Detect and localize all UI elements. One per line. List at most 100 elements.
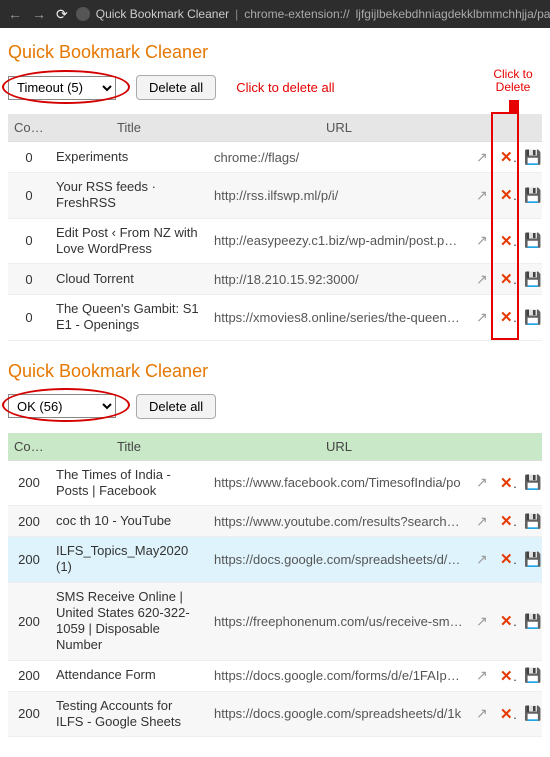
url-cell: https://xmovies8.online/series/the-queen… [208, 295, 470, 341]
delete-icon[interactable]: ✕ [500, 551, 518, 568]
title-cell: ILFS_Topics_May2020 (1) [50, 537, 208, 583]
bookmarks-table: Code Title URL 0Experimentschrome://flag… [8, 114, 542, 341]
reload-icon[interactable]: ⟳ [54, 6, 70, 23]
open-link-icon[interactable]: ↗ [476, 705, 488, 721]
code-cell: 200 [8, 537, 50, 583]
delete-icon[interactable]: ✕ [500, 149, 518, 166]
delete-icon[interactable]: ✕ [500, 475, 518, 492]
save-icon[interactable]: 💾 [524, 232, 542, 248]
open-link-icon[interactable]: ↗ [476, 149, 488, 165]
col-spacer [470, 114, 494, 142]
page-title: Quick Bookmark Cleaner [8, 42, 542, 63]
delete-icon[interactable]: ✕ [500, 309, 518, 326]
code-cell: 0 [8, 264, 50, 295]
open-link-icon[interactable]: ↗ [476, 232, 488, 248]
code-cell: 0 [8, 173, 50, 219]
url-cell: chrome://flags/ [208, 142, 470, 173]
col-title: Title [50, 433, 208, 461]
code-cell: 0 [8, 142, 50, 173]
save-icon[interactable]: 💾 [524, 667, 542, 683]
url-cell: https://docs.google.com/forms/d/e/1FAIpQ… [208, 660, 470, 691]
page-title: Quick Bookmark Cleaner [8, 361, 542, 382]
col-code: Code [8, 114, 50, 142]
status-select[interactable]: OK (56) [8, 394, 116, 418]
title-cell: Testing Accounts for ILFS - Google Sheet… [50, 691, 208, 737]
delete-icon[interactable]: ✕ [500, 233, 518, 250]
url-scheme: chrome-extension:// [244, 7, 349, 21]
open-link-icon[interactable]: ↗ [476, 613, 488, 629]
title-cell: The Times of India - Posts | Facebook [50, 460, 208, 506]
col-spacer [494, 433, 518, 461]
url-cell: http://18.210.15.92:3000/ [208, 264, 470, 295]
delete-all-button[interactable]: Delete all [136, 394, 216, 419]
title-cell: Your RSS feeds · FreshRSS [50, 173, 208, 219]
delete-icon[interactable]: ✕ [500, 271, 518, 288]
col-spacer [518, 114, 542, 142]
save-icon[interactable]: 💾 [524, 705, 542, 721]
save-icon[interactable]: 💾 [524, 474, 542, 490]
col-url: URL [208, 433, 470, 461]
open-link-icon[interactable]: ↗ [476, 474, 488, 490]
open-link-icon[interactable]: ↗ [476, 551, 488, 567]
col-title: Title [50, 114, 208, 142]
title-cell: Edit Post ‹ From NZ with Love WordPress [50, 218, 208, 264]
table-row: 200The Times of India - Posts | Facebook… [8, 460, 542, 506]
open-link-icon[interactable]: ↗ [476, 187, 488, 203]
open-link-icon[interactable]: ↗ [476, 513, 488, 529]
table-row: 200Testing Accounts for ILFS - Google Sh… [8, 691, 542, 737]
delete-icon[interactable]: ✕ [500, 668, 518, 685]
open-link-icon[interactable]: ↗ [476, 667, 488, 683]
code-cell: 200 [8, 506, 50, 537]
save-icon[interactable]: 💾 [524, 149, 542, 165]
col-spacer [470, 433, 494, 461]
forward-icon[interactable]: → [30, 6, 48, 22]
open-link-icon[interactable]: ↗ [476, 271, 488, 287]
save-icon[interactable]: 💾 [524, 513, 542, 529]
url-cell: http://easypeezy.c1.biz/wp-admin/post.ph… [208, 218, 470, 264]
table-row: 0Edit Post ‹ From NZ with Love WordPress… [8, 218, 542, 264]
save-icon[interactable]: 💾 [524, 309, 542, 325]
delete-icon[interactable]: ✕ [500, 613, 518, 630]
code-cell: 200 [8, 460, 50, 506]
save-icon[interactable]: 💾 [524, 551, 542, 567]
delete-icon[interactable]: ✕ [500, 187, 518, 204]
col-url: URL [208, 114, 470, 142]
url-cell: https://freephonenum.com/us/receive-sms/… [208, 582, 470, 660]
title-cell: Experiments [50, 142, 208, 173]
code-cell: 0 [8, 218, 50, 264]
url-path: ljfgijlbekebdhniagdekklbmmchhjja/page.ht [356, 7, 550, 21]
col-spacer [518, 433, 542, 461]
table-row: 200Attendance Formhttps://docs.google.co… [8, 660, 542, 691]
url-cell: https://www.youtube.com/results?search_q… [208, 506, 470, 537]
bookmarks-table: Code Title URL 200The Times of India - P… [8, 433, 542, 738]
title-cell: Attendance Form [50, 660, 208, 691]
table-row: 0Experimentschrome://flags/ ↗ ✕ 💾 [8, 142, 542, 173]
save-icon[interactable]: 💾 [524, 613, 542, 629]
col-code: Code [8, 433, 50, 461]
table-row: 200ILFS_Topics_May2020 (1)https://docs.g… [8, 537, 542, 583]
table-row: 0The Queen's Gambit: S1 E1 - Openingshtt… [8, 295, 542, 341]
code-cell: 200 [8, 582, 50, 660]
extension-icon [76, 7, 90, 21]
status-select[interactable]: Timeout (5) [8, 76, 116, 100]
delete-icon[interactable]: ✕ [500, 706, 518, 723]
title-cell: coc th 10 - YouTube [50, 506, 208, 537]
title-cell: The Queen's Gambit: S1 E1 - Openings [50, 295, 208, 341]
title-cell: SMS Receive Online | United States 620-3… [50, 582, 208, 660]
url-cell: https://docs.google.com/spreadsheets/d/1… [208, 691, 470, 737]
open-link-icon[interactable]: ↗ [476, 309, 488, 325]
save-icon[interactable]: 💾 [524, 271, 542, 287]
tab-title: Quick Bookmark Cleaner [96, 7, 229, 21]
url-cell: https://docs.google.com/spreadsheets/d/1… [208, 537, 470, 583]
back-icon[interactable]: ← [6, 6, 24, 22]
save-icon[interactable]: 💾 [524, 187, 542, 203]
col-spacer [494, 114, 518, 142]
table-row: 0Cloud Torrenthttp://18.210.15.92:3000/↗… [8, 264, 542, 295]
separator: | [235, 7, 238, 21]
url-cell: https://www.facebook.com/TimesofIndia/po [208, 460, 470, 506]
delete-all-button[interactable]: Delete all [136, 75, 216, 100]
delete-icon[interactable]: ✕ [500, 513, 518, 530]
url-cell: http://rss.ilfswp.ml/p/i/ [208, 173, 470, 219]
table-row: 200SMS Receive Online | United States 62… [8, 582, 542, 660]
delete-all-note: Click to delete all [236, 80, 334, 95]
